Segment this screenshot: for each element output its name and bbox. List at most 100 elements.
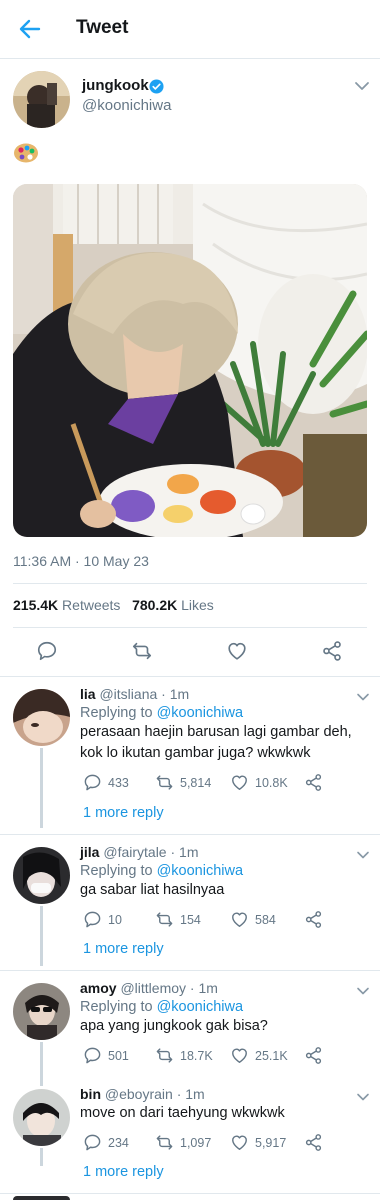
author-avatar[interactable]: [13, 71, 70, 128]
replying-to: Replying to @koonichiwa: [80, 999, 243, 1015]
reply-meta: @fairytale · 1m: [103, 844, 199, 860]
chevron-down-icon[interactable]: [356, 1092, 370, 1102]
tweet-stats: 215.4K Retweets 780.2K Likes: [13, 597, 214, 613]
author-name[interactable]: jungkook: [82, 77, 149, 94]
share-icon[interactable]: [304, 1046, 323, 1065]
reply-count: 433: [108, 775, 129, 790]
share-icon[interactable]: [304, 773, 323, 792]
tweet-text: [13, 142, 39, 164]
likes-count[interactable]: 780.2K: [132, 597, 177, 613]
avatar[interactable]: [13, 983, 70, 1040]
reply-count: 501: [108, 1048, 129, 1063]
retweet-icon: [156, 1135, 173, 1150]
reply-author-name[interactable]: lia: [80, 686, 96, 702]
retweet-count: 18.7K: [180, 1048, 213, 1063]
avatar[interactable]: [13, 1089, 70, 1146]
reply-icon: [84, 1047, 101, 1064]
reply-header: lia @itsliana · 1m: [80, 686, 189, 702]
avatar[interactable]: [13, 1196, 70, 1200]
replying-to: Replying to @koonichiwa: [80, 705, 243, 721]
like-heart-icon: [232, 1048, 247, 1063]
replying-mention[interactable]: @koonichiwa: [157, 863, 243, 879]
like-heart-icon: [232, 775, 247, 790]
reply-text: move on dari taehyung wkwkwk: [80, 1105, 285, 1121]
chevron-down-icon[interactable]: [356, 986, 370, 996]
reply-icon: [84, 774, 101, 791]
retweet-icon: [156, 775, 173, 790]
chevron-down-icon[interactable]: [356, 850, 370, 860]
tweet-photo[interactable]: [13, 184, 367, 537]
like-button[interactable]: 10.8K: [230, 773, 288, 792]
divider: [13, 583, 367, 584]
replying-mention[interactable]: @koonichiwa: [157, 999, 243, 1015]
reply-author-name[interactable]: bin: [80, 1086, 101, 1102]
reply-header: bin @eboyrain · 1m: [80, 1086, 205, 1102]
reply-button[interactable]: 234: [83, 1133, 129, 1152]
palette-emoji-icon: [14, 143, 38, 163]
author-handle[interactable]: @koonichiwa: [82, 97, 171, 114]
reply-icon[interactable]: [36, 640, 58, 662]
more-replies-link[interactable]: 1 more reply: [83, 941, 164, 957]
reply-count: 10: [108, 912, 122, 927]
header-divider: [0, 58, 380, 59]
retweets-label[interactable]: Retweets: [62, 597, 120, 613]
like-count: 584: [255, 912, 276, 927]
retweet-button[interactable]: 18.7K: [155, 1046, 213, 1065]
replying-prefix: Replying to: [80, 705, 153, 721]
divider: [0, 676, 380, 677]
back-arrow-icon[interactable]: [18, 17, 42, 41]
retweet-icon: [156, 912, 173, 927]
retweets-count[interactable]: 215.4K: [13, 597, 58, 613]
replying-to: Replying to @koonichiwa: [80, 863, 243, 879]
like-count: 25.1K: [255, 1048, 288, 1063]
reply-header: amoy @littlemoy · 1m: [80, 980, 218, 996]
chevron-down-icon[interactable]: [354, 80, 370, 92]
page-title: Tweet: [76, 17, 129, 38]
reply-meta: @itsliana · 1m: [99, 686, 190, 702]
replying-prefix: Replying to: [80, 999, 153, 1015]
reply-text: ga sabar liat hasilnyaa: [80, 882, 225, 898]
divider: [13, 627, 367, 628]
retweet-count: 1,097: [180, 1135, 212, 1150]
chevron-down-icon[interactable]: [356, 692, 370, 702]
divider: [0, 834, 380, 835]
like-button[interactable]: 5,917: [230, 1133, 286, 1152]
retweet-button[interactable]: 1,097: [155, 1133, 211, 1152]
avatar[interactable]: [13, 689, 70, 746]
like-count: 10.8K: [255, 775, 288, 790]
reply-button[interactable]: 10: [83, 910, 122, 929]
more-replies-link[interactable]: 1 more reply: [83, 1164, 164, 1180]
divider: [0, 1193, 380, 1194]
reply-meta: @littlemoy · 1m: [120, 980, 218, 996]
retweet-count: 5,814: [180, 775, 212, 790]
like-count: 5,917: [255, 1135, 287, 1150]
reply-text: perasaan haejin barusan lagi gambar deh,…: [80, 724, 352, 761]
replying-mention[interactable]: @koonichiwa: [157, 705, 243, 721]
reply-icon: [84, 911, 101, 928]
share-icon[interactable]: [304, 1133, 323, 1152]
retweet-button[interactable]: 154: [155, 910, 201, 929]
divider: [0, 970, 380, 971]
reply-author-name[interactable]: jila: [80, 844, 99, 860]
retweet-icon: [156, 1048, 173, 1063]
tweet-timestamp: 11:36 AM · 10 May 23: [13, 553, 149, 569]
verified-badge-icon: [149, 79, 164, 94]
retweet-button[interactable]: 5,814: [155, 773, 211, 792]
share-icon[interactable]: [321, 640, 343, 662]
like-heart-icon: [232, 912, 247, 927]
like-button[interactable]: 25.1K: [230, 1046, 288, 1065]
like-button[interactable]: 584: [230, 910, 276, 929]
reply-author-name[interactable]: amoy: [80, 980, 117, 996]
reply-text: apa yang jungkook gak bisa?: [80, 1018, 268, 1034]
reply-icon: [84, 1134, 101, 1151]
share-icon[interactable]: [304, 910, 323, 929]
like-heart-icon[interactable]: [226, 640, 248, 662]
retweet-icon[interactable]: [131, 640, 153, 662]
more-replies-link[interactable]: 1 more reply: [83, 805, 164, 821]
reply-button[interactable]: 433: [83, 773, 129, 792]
likes-label[interactable]: Likes: [181, 597, 214, 613]
thread-line: [40, 748, 43, 828]
avatar[interactable]: [13, 847, 70, 904]
thread-line: [40, 906, 43, 966]
reply-button[interactable]: 501: [83, 1046, 129, 1065]
